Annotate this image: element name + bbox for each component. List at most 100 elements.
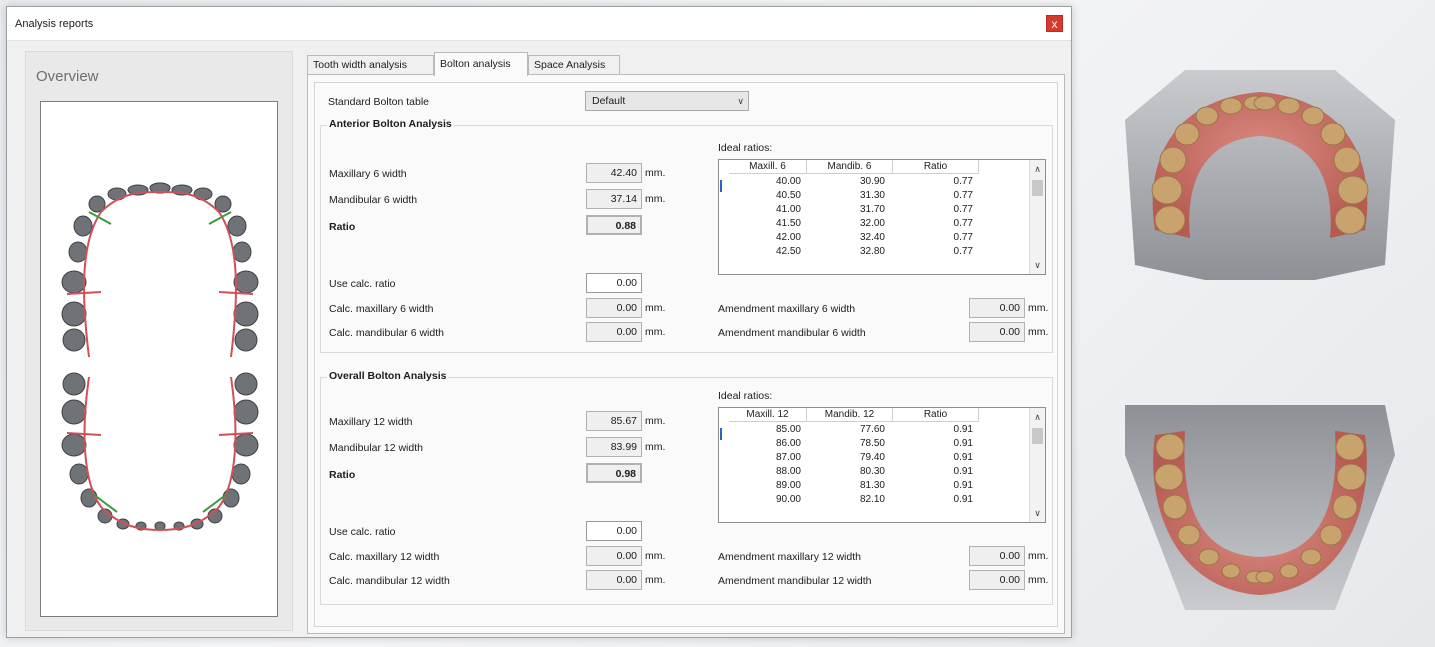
standard-bolton-table-select[interactable]: Default ∨ [585,91,749,111]
lower-tooth [69,463,89,485]
cell-mandib: 80.30 [859,466,885,477]
column-header-maxill-6[interactable]: Maxill. 6 [729,160,807,174]
unit-mm: mm. [645,326,666,338]
table-row[interactable]: 41.50 32.00 0.77 [719,217,1029,231]
overview-panel: Overview [25,51,293,631]
standard-bolton-table-label: Standard Bolton table [328,96,429,108]
maxillary-6-field: 42.40 [586,163,642,183]
cell-mandib: 30.90 [859,176,885,187]
table-row[interactable]: 40.50 31.30 0.77 [719,189,1029,203]
unit-mm: mm. [645,415,666,427]
column-header-maxill-12[interactable]: Maxill. 12 [729,408,807,422]
chevron-down-icon[interactable]: ∨ [1030,506,1045,520]
mandibular-12-label: Mandibular 12 width [329,442,423,454]
table-row[interactable]: 86.00 78.50 0.91 [719,437,1029,451]
amendment-mandibular-6-field: 0.00 [969,322,1025,342]
cell-maxill: 88.00 [775,466,801,477]
anterior-list-scrollbar[interactable]: ∧ ∨ [1029,160,1045,274]
upper-tooth [232,241,252,263]
overall-bolton-title: Overall Bolton Analysis [327,370,449,382]
upper-tooth [107,187,127,201]
lower-tooth [62,372,86,396]
chevron-down-icon[interactable]: ∨ [1030,258,1045,272]
table-row[interactable]: 85.00 77.60 0.91 [719,423,1029,437]
calc-mandibular-6-label: Calc. mandibular 6 width [329,327,444,339]
upper-tooth [233,301,259,327]
overall-list-header: Maxill. 12 Mandib. 12 Ratio [719,408,1029,422]
lower-jaw-model [1125,405,1395,610]
overall-ideal-ratios-list[interactable]: Maxill. 12 Mandib. 12 Ratio 85.00 77.60 … [718,407,1046,523]
calc-maxillary-12-field: 0.00 [586,546,642,566]
calc-maxillary-6-label: Calc. maxillary 6 width [329,303,434,315]
cell-maxill: 90.00 [775,494,801,505]
overall-ideal-ratios-label: Ideal ratios: [718,390,773,402]
upper-model-tooth [1159,146,1187,174]
anterior-ideal-ratios-label: Ideal ratios: [718,142,773,154]
overall-list-scrollbar[interactable]: ∧ ∨ [1029,408,1045,522]
tab-bolton-analysis[interactable]: Bolton analysis [434,52,528,76]
amendment-mandibular-12-label: Amendment mandibular 12 width [718,575,872,587]
lower-tooth [234,372,258,396]
tab-tooth-width-analysis[interactable]: Tooth width analysis [307,55,434,75]
column-header-mandib-12[interactable]: Mandib. 12 [807,408,893,422]
cell-maxill: 41.00 [775,204,801,215]
lower-arch-teeth [61,372,259,531]
table-row[interactable]: 87.00 79.40 0.91 [719,451,1029,465]
table-row[interactable]: 40.00 30.90 0.77 [719,175,1029,189]
cell-maxill: 89.00 [775,480,801,491]
upper-model-tooth [1253,95,1277,111]
anterior-bolton-title: Anterior Bolton Analysis [327,118,454,130]
upper-tooth [227,215,247,237]
anterior-list-header: Maxill. 6 Mandib. 6 Ratio [719,160,1029,174]
upper-tooth [234,328,258,352]
scroll-thumb[interactable] [1032,180,1043,196]
upper-arch-curve [83,190,237,358]
lower-model-tooth [1335,433,1365,461]
unit-mm: mm. [645,193,666,205]
anterior-use-calc-ratio-input[interactable]: 0.00 [586,273,642,293]
table-row[interactable]: 90.00 82.10 0.91 [719,493,1029,507]
cell-mandib: 31.70 [859,204,885,215]
chevron-up-icon[interactable]: ∧ [1030,410,1045,424]
lower-arch-curve [83,376,237,532]
standard-bolton-table-value: Default [592,95,626,107]
amendment-mandibular-6-label: Amendment mandibular 6 width [718,327,866,339]
mandibular-6-label: Mandibular 6 width [329,194,418,206]
lower-model-tooth [1332,494,1358,520]
unit-mm: mm. [645,441,666,453]
column-header-ratio[interactable]: Ratio [893,160,979,174]
window-title: Analysis reports [15,18,94,30]
amendment-maxillary-6-label: Amendment maxillary 6 width [718,303,856,315]
column-header-mandib-6[interactable]: Mandib. 6 [807,160,893,174]
chevron-up-icon[interactable]: ∧ [1030,162,1045,176]
table-row[interactable]: 41.00 31.70 0.77 [719,203,1029,217]
calc-mandibular-12-label: Calc. mandibular 12 width [329,575,450,587]
calc-mandibular-6-field: 0.00 [586,322,642,342]
mandibular-6-field: 37.14 [586,189,642,209]
upper-model-tooth [1320,122,1346,146]
table-row[interactable]: 42.50 32.80 0.77 [719,245,1029,259]
lower-model-tooth [1154,463,1184,491]
amendment-maxillary-12-label: Amendment maxillary 12 width [718,551,861,563]
lower-model-tooth [1279,563,1299,579]
upper-tooth [62,328,86,352]
lower-model-tooth [1177,524,1201,546]
anterior-ideal-ratios-list[interactable]: Maxill. 6 Mandib. 6 Ratio 40.00 30.90 0.… [718,159,1046,275]
lower-model-tooth [1221,563,1241,579]
cell-maxill: 40.50 [775,190,801,201]
cell-maxill: 42.50 [775,246,801,257]
unit-mm: mm. [1028,550,1049,562]
overview-title: Overview [36,68,99,85]
overall-bolton-group: Overall Bolton Analysis Maxillary 12 wid… [320,370,1053,605]
overall-use-calc-ratio-input[interactable]: 0.00 [586,521,642,541]
table-row[interactable]: 88.00 80.30 0.91 [719,465,1029,479]
cell-ratio: 0.77 [953,218,973,229]
table-row[interactable]: 42.00 32.40 0.77 [719,231,1029,245]
close-button[interactable]: x [1046,15,1063,32]
scroll-thumb[interactable] [1032,428,1043,444]
column-header-ratio[interactable]: Ratio [893,408,979,422]
table-row[interactable]: 89.00 81.30 0.91 [719,479,1029,493]
tab-space-analysis[interactable]: Space Analysis [528,55,620,75]
calc-mandibular-12-field: 0.00 [586,570,642,590]
cell-maxill: 41.50 [775,218,801,229]
